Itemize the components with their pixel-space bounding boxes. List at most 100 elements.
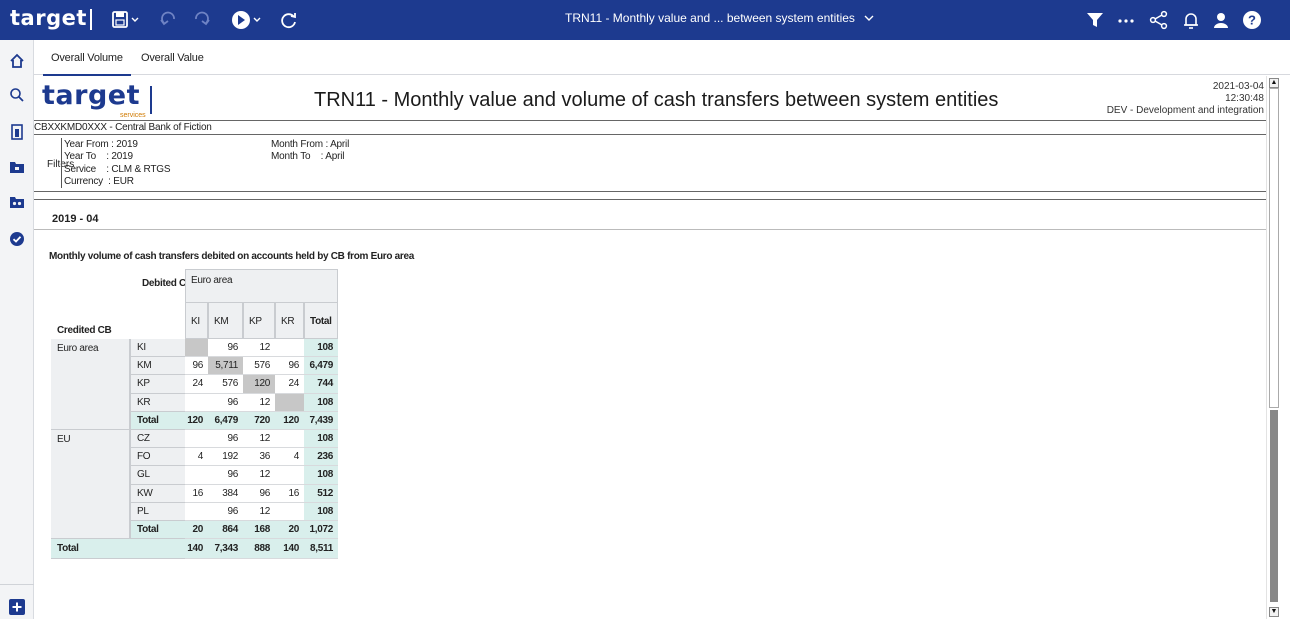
row-label: KP xyxy=(130,375,185,394)
data-cell: 864 xyxy=(208,521,243,540)
data-cell xyxy=(185,394,208,412)
data-cell: 96 xyxy=(275,357,304,376)
add-icon[interactable] xyxy=(9,599,25,615)
scrollbar-thumb[interactable] xyxy=(1270,410,1278,602)
column-header: KM xyxy=(208,303,243,339)
row-label: PL xyxy=(130,502,185,521)
column-header: Total xyxy=(304,303,338,339)
row-label: CZ xyxy=(130,430,185,449)
table-title: Monthly volume of cash transfers debited… xyxy=(49,251,415,262)
row-label: KM xyxy=(130,357,185,376)
data-cell: 120 xyxy=(275,411,304,430)
help-icon[interactable]: ? xyxy=(1240,8,1264,32)
row-label: FO xyxy=(130,448,185,467)
report-tabs: Overall Volume Overall Value xyxy=(34,40,1290,76)
data-cell: 96 xyxy=(208,394,243,412)
row-group-label: Euro area xyxy=(51,339,130,430)
report-icon[interactable] xyxy=(9,124,25,140)
data-cell: 96 xyxy=(243,485,275,503)
tab-overall-value[interactable]: Overall Value xyxy=(141,52,204,64)
row-label: KI xyxy=(130,339,185,358)
scroll-down-button[interactable]: ▼ xyxy=(1269,607,1279,617)
column-header: KI xyxy=(185,303,208,339)
data-cell xyxy=(275,503,304,521)
data-cell: 744 xyxy=(304,375,338,394)
data-cell: 236 xyxy=(304,448,338,467)
vertical-scrollbar[interactable]: ▲ ▼ xyxy=(1266,76,1280,619)
home-icon[interactable] xyxy=(9,53,25,69)
data-cell xyxy=(185,466,208,485)
grand-total-cell: 8,511 xyxy=(304,539,338,560)
search-icon[interactable] xyxy=(9,87,25,103)
grand-total-cell: 7,343 xyxy=(208,539,243,560)
scrollbar-track-upper xyxy=(1269,88,1279,408)
check-icon[interactable] xyxy=(9,231,25,247)
data-cell: 12 xyxy=(243,466,275,485)
data-cell: 108 xyxy=(304,339,338,358)
data-cell: 16 xyxy=(275,485,304,503)
data-cell: 12 xyxy=(243,503,275,521)
undo-icon[interactable] xyxy=(158,8,180,32)
shared-folder-icon[interactable] xyxy=(9,194,25,210)
data-cell: 1,072 xyxy=(304,521,338,540)
report-logo-subtitle: services xyxy=(120,112,146,119)
data-cell xyxy=(275,466,304,485)
report-title: TRN11 - Monthly value and volume of cash… xyxy=(314,89,999,111)
data-cell: 192 xyxy=(208,448,243,467)
bell-icon[interactable] xyxy=(1180,8,1202,32)
credited-cb-label: Credited CB xyxy=(57,325,112,336)
row-group-label: EU xyxy=(51,430,130,540)
data-cell: 20 xyxy=(185,521,208,540)
area-header: Euro area xyxy=(185,269,338,303)
data-cell: 7,439 xyxy=(304,411,338,430)
report-logo-divider xyxy=(150,86,152,114)
share-icon[interactable] xyxy=(1148,8,1170,32)
redo-icon[interactable] xyxy=(190,8,212,32)
logo-divider xyxy=(90,9,92,30)
sidebar xyxy=(0,40,34,619)
central-bank-label: CBXXKMD0XXX - Central Bank of Fiction xyxy=(34,122,212,133)
row-label: Total xyxy=(130,411,185,430)
scroll-up-button[interactable]: ▲ xyxy=(1269,78,1279,88)
data-cell: 12 xyxy=(243,430,275,449)
data-cell: 108 xyxy=(304,393,338,412)
data-cell: 96 xyxy=(208,430,243,449)
data-cell xyxy=(185,503,208,521)
column-header: KR xyxy=(275,303,304,339)
data-cell: 384 xyxy=(208,485,243,503)
column-header: KP xyxy=(243,303,275,339)
data-cell: 96 xyxy=(208,503,243,521)
data-cell: 576 xyxy=(243,357,275,376)
filter-icon[interactable] xyxy=(1084,8,1106,32)
folder-icon[interactable] xyxy=(9,159,25,175)
chevron-down-icon xyxy=(864,11,874,25)
report-selector[interactable]: TRN11 - Monthly value and ... between sy… xyxy=(565,11,874,25)
user-icon[interactable] xyxy=(1210,8,1232,32)
data-cell: 108 xyxy=(304,430,338,449)
tab-overall-volume[interactable]: Overall Volume xyxy=(43,52,131,76)
top-bar: target TRN11 - Monthly value and ... bet… xyxy=(0,0,1290,40)
data-cell: 16 xyxy=(185,485,208,503)
more-icon[interactable] xyxy=(1114,8,1138,32)
data-cell: 5,711 xyxy=(208,357,243,376)
data-cell: 36 xyxy=(243,448,275,467)
data-cell: 120 xyxy=(243,375,275,394)
save-icon[interactable] xyxy=(110,8,140,32)
row-label: Total xyxy=(130,521,185,540)
data-cell: 6,479 xyxy=(208,411,243,430)
data-cell: 96 xyxy=(185,357,208,376)
run-icon[interactable] xyxy=(230,8,264,32)
filter-service: Service : CLM & RTGS xyxy=(64,164,171,175)
data-cell: 168 xyxy=(243,521,275,540)
svg-text:?: ? xyxy=(1248,13,1256,28)
report-date: 2021-03-04 xyxy=(1212,81,1264,92)
report-environment: DEV - Development and integration xyxy=(1106,105,1264,116)
period-rule xyxy=(34,229,1266,230)
sidebar-divider xyxy=(0,584,34,585)
filter-currency: Currency : EUR xyxy=(64,176,134,187)
data-cell: 96 xyxy=(208,466,243,485)
period-label: 2019 - 04 xyxy=(52,213,99,225)
data-cell xyxy=(185,430,208,449)
report-selector-label: TRN11 - Monthly value and ... between sy… xyxy=(565,11,855,25)
refresh-icon[interactable] xyxy=(278,8,300,32)
